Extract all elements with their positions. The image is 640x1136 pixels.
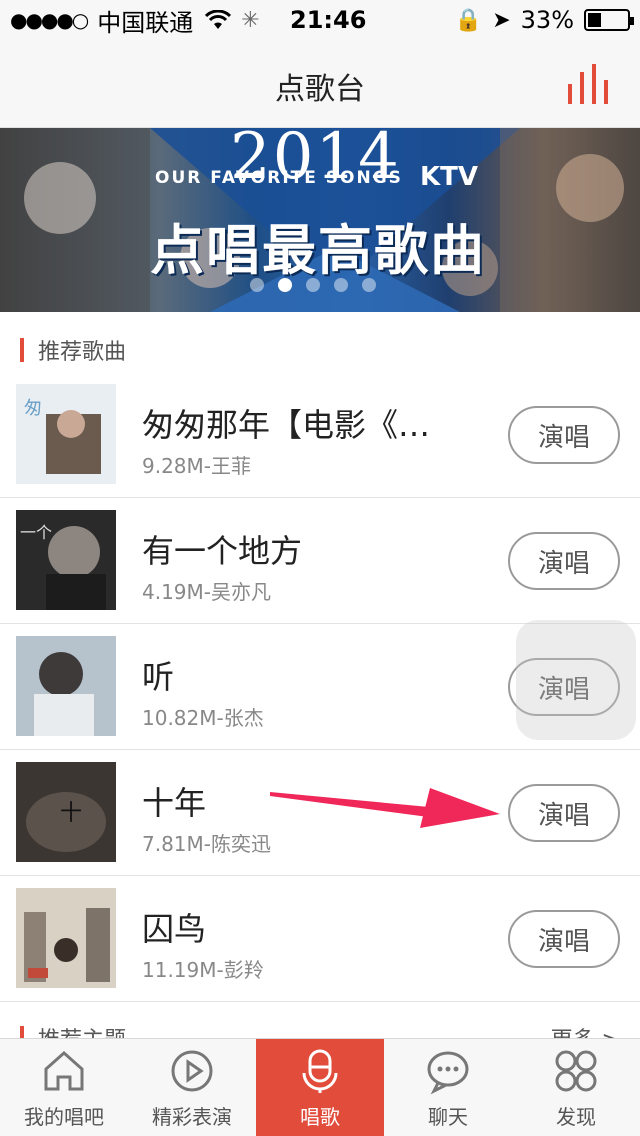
banner-headline: 点唱最高歌曲: [150, 219, 486, 282]
section-accent-bar: [20, 338, 24, 362]
status-right: 🔒 ➤ 33%: [454, 6, 634, 34]
section-header-recommended-topics: 推荐主题 更多 >: [0, 1020, 640, 1038]
album-cover: 一个: [16, 510, 116, 610]
section-title: 推荐歌曲: [38, 340, 127, 365]
album-cover: 十: [16, 762, 116, 862]
song-title: 有一个地方: [142, 532, 303, 570]
battery-level: [588, 13, 601, 27]
section-title: 推荐主题: [38, 1022, 126, 1038]
list-item[interactable]: 囚鸟 11.19M-彭羚 演唱: [0, 876, 640, 1002]
annotation-arrow-icon: [270, 788, 500, 828]
sing-button[interactable]: 演唱: [508, 532, 620, 590]
carrier-label: 中国联通: [97, 8, 194, 37]
battery-percent: 33%: [520, 6, 574, 34]
rotation-lock-icon: 🔒: [454, 7, 483, 33]
sing-button[interactable]: 演唱: [508, 784, 620, 842]
equalizer-icon[interactable]: [566, 64, 610, 106]
tab-label: 我的唱吧: [24, 1105, 104, 1129]
page-dot[interactable]: [334, 278, 348, 292]
signal-indicator: ●●●●○: [10, 8, 89, 32]
song-meta: 4.19M-吴亦凡: [142, 580, 272, 604]
song-title: 囚鸟: [142, 910, 207, 948]
tab-bar: 我的唱吧 精彩表演 唱歌 聊天 发现: [0, 1038, 640, 1136]
location-icon: ➤: [492, 7, 511, 33]
song-meta: 10.82M-张杰: [142, 706, 264, 730]
tab-label: 唱歌: [300, 1105, 340, 1129]
home-icon: [44, 1050, 84, 1091]
sing-button[interactable]: 演唱: [508, 406, 620, 464]
svg-text:一个: 一个: [20, 523, 52, 542]
song-title: 听: [142, 658, 175, 696]
album-cover: [16, 888, 116, 988]
song-meta: 11.19M-彭羚: [142, 958, 264, 982]
song-title: 十年: [142, 784, 207, 822]
tab-performances[interactable]: 精彩表演: [128, 1039, 256, 1136]
banner-subtitle: OUR FAVORITE SONGS: [155, 168, 403, 188]
page-title: 点歌台: [275, 72, 365, 107]
song-meta: 9.28M-王菲: [142, 454, 252, 478]
list-item[interactable]: 匆 匆匆那年【电影《… 9.28M-王菲 演唱: [0, 372, 640, 498]
tab-label: 发现: [556, 1105, 596, 1129]
tab-sing[interactable]: 唱歌: [256, 1039, 384, 1136]
section-accent-bar: [20, 1026, 24, 1038]
song-meta: 7.81M-陈奕迅: [142, 832, 272, 856]
status-time: 21:46: [290, 6, 367, 34]
list-item[interactable]: 一个 有一个地方 4.19M-吴亦凡 演唱: [0, 498, 640, 624]
sing-button[interactable]: 演唱: [508, 910, 620, 968]
tab-discover[interactable]: 发现: [512, 1039, 640, 1136]
microphone-icon: [302, 1049, 338, 1093]
wifi-icon: [205, 10, 232, 29]
tab-my-changba[interactable]: 我的唱吧: [0, 1039, 128, 1136]
page-dot[interactable]: [250, 278, 264, 292]
section-header-recommended-songs: 推荐歌曲: [0, 330, 640, 370]
tab-label: 聊天: [428, 1105, 468, 1129]
play-icon: [171, 1050, 213, 1092]
svg-text:匆: 匆: [24, 398, 42, 419]
tab-label: 精彩表演: [152, 1105, 232, 1129]
more-link[interactable]: 更多 >: [551, 1022, 620, 1038]
page-dot[interactable]: [362, 278, 376, 292]
status-bar: ●●●●○ 中国联通 ✳ 21:46 🔒 ➤ 33%: [0, 0, 640, 40]
page-dot[interactable]: [278, 278, 292, 292]
page-dot[interactable]: [306, 278, 320, 292]
tab-chat[interactable]: 聊天: [384, 1039, 512, 1136]
assistive-touch-button[interactable]: [516, 620, 636, 740]
nav-bar: 点歌台: [0, 40, 640, 128]
chat-icon: [427, 1051, 469, 1095]
banner-ktv: KTV: [420, 162, 479, 192]
album-cover: 匆: [16, 384, 116, 484]
song-title: 匆匆那年【电影《…: [142, 406, 431, 444]
promo-banner[interactable]: 2014 OUR FAVORITE SONGS KTV 点唱最高歌曲: [0, 128, 640, 312]
banner-page-indicator[interactable]: [250, 278, 376, 292]
battery-icon: [584, 9, 634, 31]
discover-icon: [555, 1050, 597, 1092]
album-cover: [16, 636, 116, 736]
svg-text:十: 十: [60, 801, 82, 826]
activity-spinner-icon: ✳: [241, 7, 260, 33]
